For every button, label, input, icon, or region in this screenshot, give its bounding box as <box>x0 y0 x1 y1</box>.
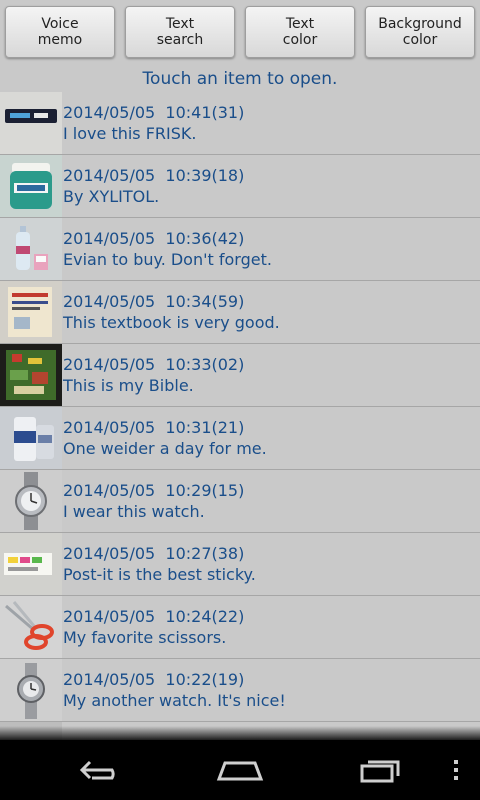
bible-thumbnail <box>0 344 62 406</box>
memo-text: This textbook is very good. <box>63 313 280 332</box>
postit-thumbnail <box>0 533 62 595</box>
evian-thumbnail <box>0 218 62 280</box>
memo-text: My another watch. It's nice! <box>63 691 286 710</box>
memo-timestamp: 2014/05/05 10:39(18) <box>63 166 245 185</box>
weider-thumbnail <box>0 407 62 469</box>
scissors-thumbnail <box>0 596 62 658</box>
memo-timestamp: 2014/05/05 10:27(38) <box>63 544 245 563</box>
memo-text: This is my Bible. <box>63 376 194 395</box>
list-item[interactable]: 2014/05/05 10:33(02) This is my Bible. <box>0 344 480 407</box>
memo-list[interactable]: 2014/05/05 10:41(31) I love this FRISK. … <box>0 92 480 740</box>
memo-timestamp: 2014/05/05 10:31(21) <box>63 418 245 437</box>
memo-text: By XYLITOL. <box>63 187 160 206</box>
memo-text: My favorite scissors. <box>63 628 227 647</box>
system-navigation-bar <box>0 740 480 800</box>
list-item[interactable]: 2014/05/05 10:29(15) I wear this watch. <box>0 470 480 533</box>
memo-timestamp: 2014/05/05 10:33(02) <box>63 355 245 374</box>
memo-text: I wear this watch. <box>63 502 205 521</box>
text-search-button[interactable]: Text search <box>125 6 235 58</box>
memo-text: One weider a day for me. <box>63 439 267 458</box>
overflow-menu-icon[interactable] <box>446 750 466 790</box>
toolbar: Voice memo Text search Text color Backgr… <box>0 0 480 64</box>
memo-timestamp: 2014/05/05 10:36(42) <box>63 229 245 248</box>
home-icon[interactable] <box>212 750 268 790</box>
xylitol-thumbnail <box>0 155 62 217</box>
memo-text: Post-it is the best sticky. <box>63 565 256 584</box>
list-item[interactable]: 2014/05/05 10:36(42) Evian to buy. Don't… <box>0 218 480 281</box>
textbook-thumbnail <box>0 281 62 343</box>
voice-memo-button[interactable]: Voice memo <box>5 6 115 58</box>
memo-text: I love this FRISK. <box>63 124 197 143</box>
text-color-button[interactable]: Text color <box>245 6 355 58</box>
memo-timestamp: 2014/05/05 10:41(31) <box>63 103 245 122</box>
memo-app: Voice memo Text search Text color Backgr… <box>0 0 480 800</box>
list-item[interactable]: 2014/05/05 10:27(38) Post-it is the best… <box>0 533 480 596</box>
memo-timestamp: 2014/05/05 10:34(59) <box>63 292 245 311</box>
recents-icon[interactable] <box>354 750 408 790</box>
memo-timestamp: 2014/05/05 10:29(15) <box>63 481 245 500</box>
list-item[interactable]: 2014/05/05 10:39(18) By XYLITOL. <box>0 155 480 218</box>
frisk-thumbnail <box>0 92 62 154</box>
watch2-thumbnail <box>0 659 62 721</box>
memo-timestamp: 2014/05/05 10:24(22) <box>63 607 245 626</box>
instruction-text: Touch an item to open. <box>142 69 338 89</box>
background-color-button[interactable]: Background color <box>365 6 475 58</box>
list-item[interactable]: 2014/05/05 10:41(31) I love this FRISK. <box>0 92 480 155</box>
list-item[interactable]: 2014/05/05 10:22(19) My another watch. I… <box>0 659 480 722</box>
memo-timestamp: 2014/05/05 10:22(19) <box>63 670 245 689</box>
memo-text: Evian to buy. Don't forget. <box>63 250 272 269</box>
back-icon[interactable] <box>74 750 128 790</box>
navbar-shadow <box>0 726 480 740</box>
list-item[interactable]: 2014/05/05 10:24(22) My favorite scissor… <box>0 596 480 659</box>
list-item[interactable]: 2014/05/05 10:34(59) This textbook is ve… <box>0 281 480 344</box>
watch-thumbnail <box>0 470 62 532</box>
list-item[interactable]: 2014/05/05 10:31(21) One weider a day fo… <box>0 407 480 470</box>
